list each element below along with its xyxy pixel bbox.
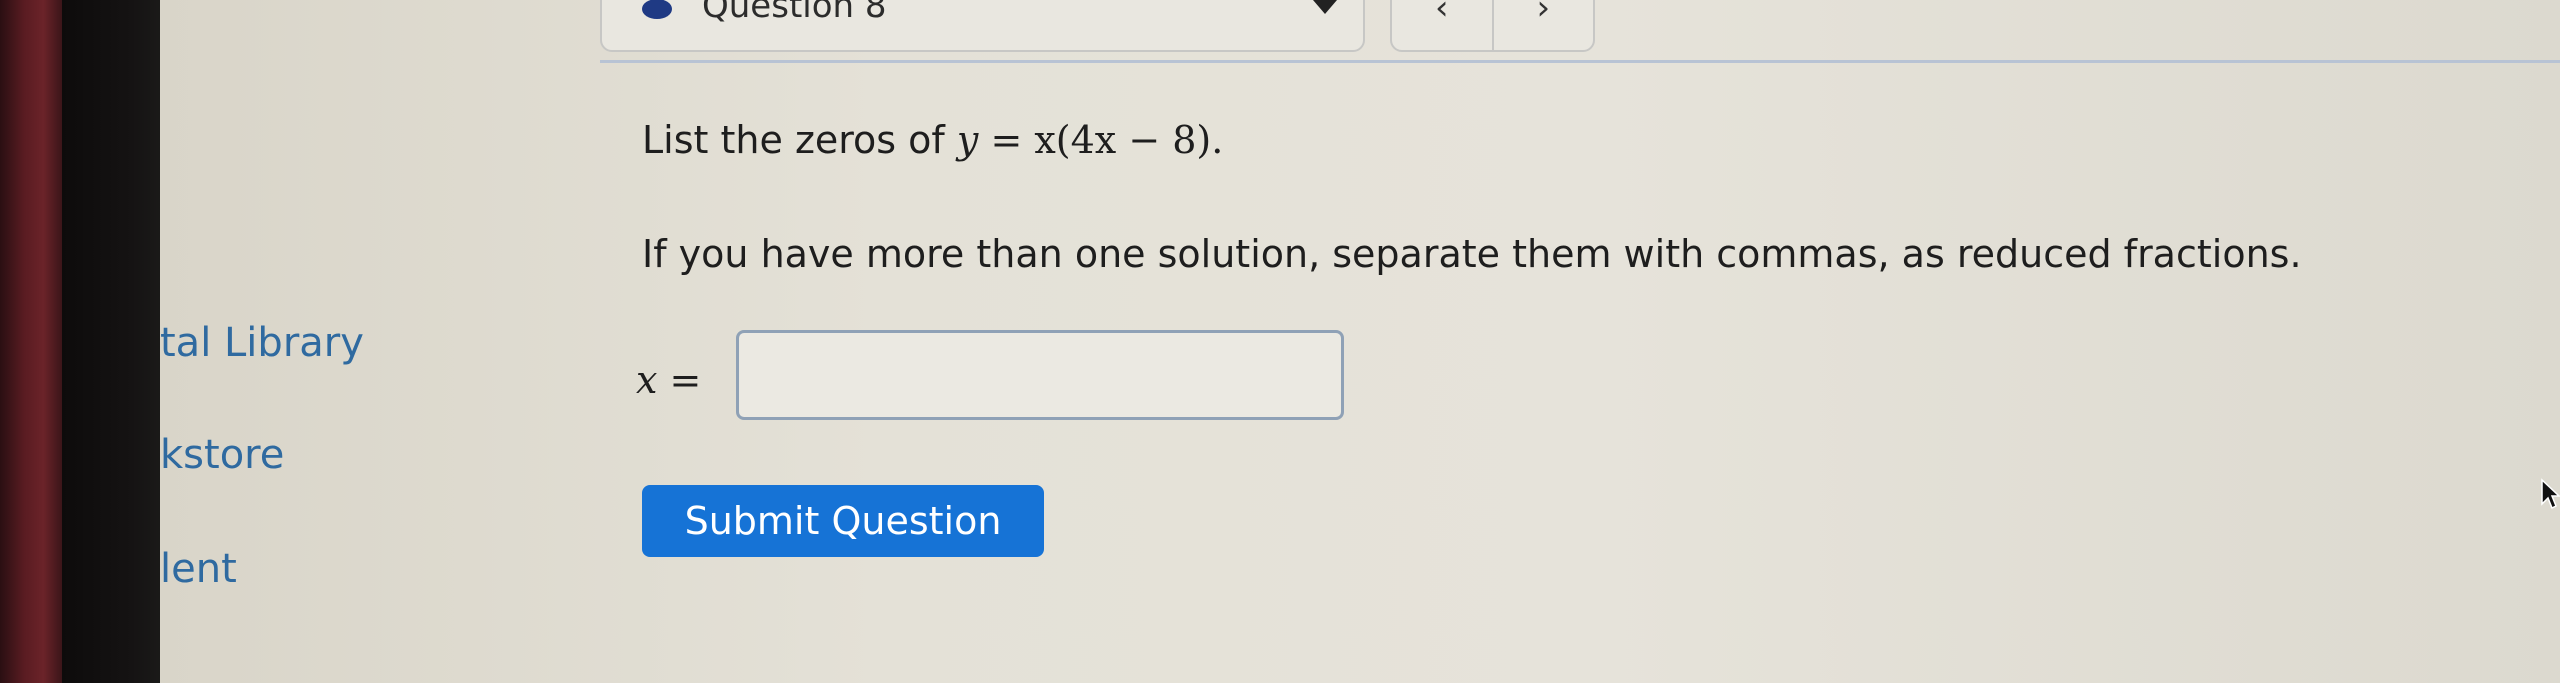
- question-select-label: Question 8: [702, 0, 887, 26]
- header-divider: [600, 60, 2560, 63]
- chevron-down-icon: [1313, 0, 1337, 14]
- question-nav: ‹ ›: [1390, 0, 1595, 52]
- submit-question-button[interactable]: Submit Question: [642, 485, 1044, 557]
- answer-label-var: x: [636, 358, 658, 402]
- status-dot-icon: [642, 0, 672, 19]
- equation-rhs: x(4x − 8).: [1034, 118, 1224, 162]
- question-prompt: List the zeros of y = x(4x − 8).: [642, 118, 1223, 162]
- screen: tal Library kstore lent Question 8 ‹ › L…: [160, 0, 2560, 683]
- equation-equals: =: [978, 118, 1035, 162]
- sidebar-item-bookstore[interactable]: kstore: [160, 432, 284, 478]
- equation: y = x(4x − 8).: [957, 118, 1223, 162]
- prompt-text: List the zeros of: [642, 118, 945, 162]
- answer-label-eq: =: [657, 358, 702, 402]
- question-select[interactable]: Question 8: [600, 0, 1365, 52]
- sidebar-item-student[interactable]: lent: [160, 546, 237, 592]
- chevron-right-icon: ›: [1536, 0, 1551, 28]
- prev-question-button[interactable]: ‹: [1392, 0, 1492, 50]
- instruction-text: If you have more than one solution, sepa…: [642, 232, 2302, 276]
- sidebar-item-digital-library[interactable]: tal Library: [160, 320, 364, 366]
- mouse-cursor-icon: [2541, 478, 2560, 510]
- equation-lhs: y: [956, 118, 979, 162]
- monitor-bezel-dark: [62, 0, 162, 683]
- monitor-bezel-left: [0, 0, 62, 683]
- next-question-button[interactable]: ›: [1491, 0, 1594, 50]
- chevron-left-icon: ‹: [1434, 0, 1449, 28]
- answer-input[interactable]: [736, 330, 1344, 420]
- answer-label: x =: [636, 358, 701, 402]
